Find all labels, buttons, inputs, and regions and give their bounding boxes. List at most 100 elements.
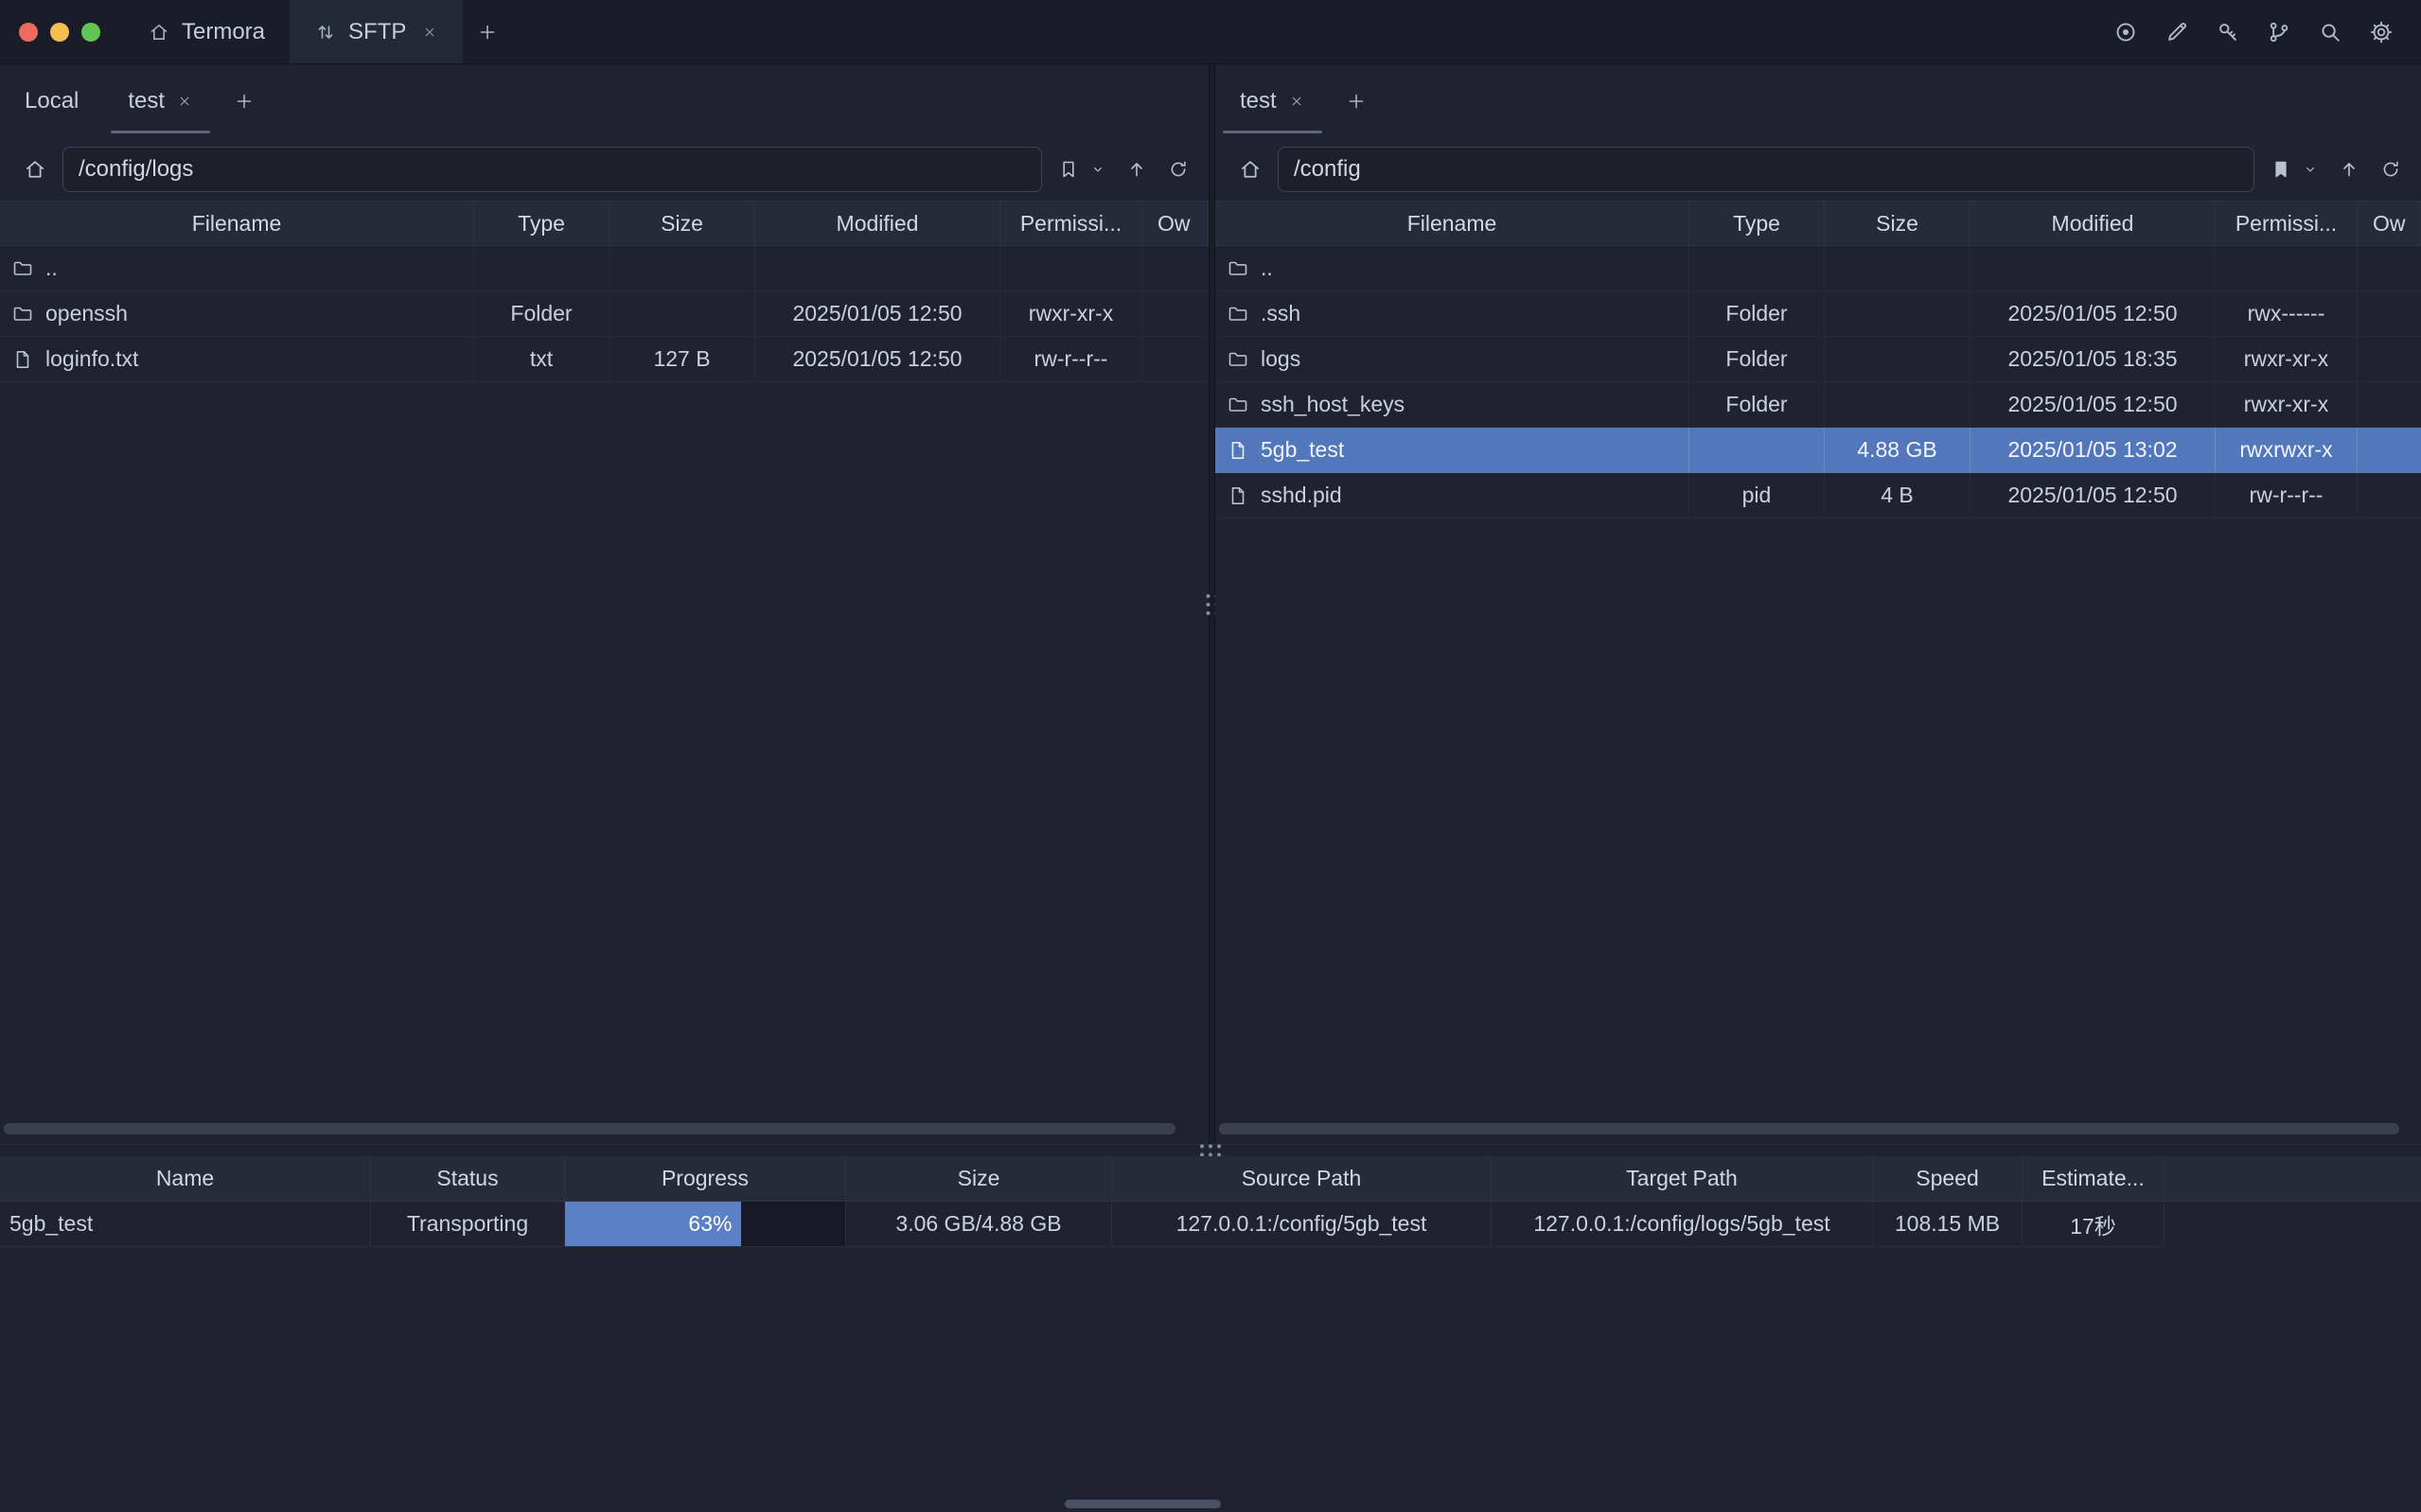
left-bookmark-chevron-down-icon[interactable] bbox=[1086, 157, 1110, 182]
column-header-status[interactable]: Status bbox=[371, 1156, 565, 1202]
table-row[interactable]: openssh Folder 2025/01/05 12:50 rwxr-xr-… bbox=[0, 291, 1209, 337]
left-refresh-button[interactable] bbox=[1163, 154, 1193, 185]
left-bookmark-group bbox=[1053, 154, 1110, 185]
table-row[interactable]: sshd.pid pid 4 B 2025/01/05 12:50 rw-r--… bbox=[1215, 473, 2421, 519]
table-row[interactable]: logs Folder 2025/01/05 18:35 rwxr-xr-x bbox=[1215, 337, 2421, 382]
column-header-source-path[interactable]: Source Path bbox=[1112, 1156, 1492, 1202]
left-pane-tabs: Local test bbox=[0, 64, 1209, 138]
table-row[interactable]: loginfo.txt txt 127 B 2025/01/05 12:50 r… bbox=[0, 337, 1209, 382]
column-header-type[interactable]: Type bbox=[474, 202, 610, 245]
column-header-type[interactable]: Type bbox=[1689, 202, 1825, 245]
column-header-permissions[interactable]: Permissi... bbox=[2216, 202, 2358, 245]
left-up-directory-button[interactable] bbox=[1122, 154, 1152, 185]
column-header-filename[interactable]: Filename bbox=[0, 202, 474, 245]
scrollbar-thumb[interactable] bbox=[4, 1123, 1175, 1134]
table-row[interactable]: ssh_host_keys Folder 2025/01/05 12:50 rw… bbox=[1215, 382, 2421, 428]
left-tab-close-icon[interactable] bbox=[176, 93, 193, 110]
transfer-status-cell: Transporting bbox=[371, 1202, 565, 1247]
filename-text: openssh bbox=[45, 301, 128, 326]
column-header-target-path[interactable]: Target Path bbox=[1492, 1156, 1873, 1202]
table-row[interactable]: .. bbox=[0, 246, 1209, 291]
right-bookmark-chevron-down-icon[interactable] bbox=[2298, 157, 2323, 182]
scrollbar-thumb[interactable] bbox=[1219, 1123, 2399, 1134]
window-controls bbox=[0, 0, 123, 63]
key-icon[interactable] bbox=[2215, 19, 2241, 45]
branch-icon[interactable] bbox=[2266, 19, 2292, 45]
left-tab-local[interactable]: Local bbox=[0, 64, 103, 138]
tab-sftp[interactable]: SFTP bbox=[290, 0, 463, 63]
transfer-panel: Name Status Progress Size Source Path Ta… bbox=[0, 1156, 2421, 1512]
right-tab-test[interactable]: test bbox=[1215, 64, 1330, 138]
new-window-tab-button[interactable] bbox=[463, 0, 512, 63]
search-icon[interactable] bbox=[2317, 19, 2343, 45]
edit-icon[interactable] bbox=[2164, 19, 2190, 45]
type-cell bbox=[1689, 246, 1825, 290]
right-new-tab-button[interactable] bbox=[1330, 64, 1383, 138]
column-header-estimate[interactable]: Estimate... bbox=[2023, 1156, 2165, 1202]
right-horizontal-scrollbar[interactable] bbox=[1219, 1123, 2412, 1136]
sftp-workspace: Local test bbox=[0, 64, 2421, 1144]
titlebar-actions bbox=[2112, 0, 2421, 63]
file-icon bbox=[1227, 484, 1249, 507]
folder-icon bbox=[1227, 394, 1249, 416]
column-header-permissions[interactable]: Permissi... bbox=[1000, 202, 1142, 245]
column-header-progress[interactable]: Progress bbox=[565, 1156, 846, 1202]
column-header-speed[interactable]: Speed bbox=[1873, 1156, 2023, 1202]
table-row[interactable]: .. bbox=[1215, 246, 2421, 291]
right-refresh-button[interactable] bbox=[2376, 154, 2406, 185]
column-header-owner[interactable]: Ow bbox=[1142, 202, 1209, 245]
column-header-size[interactable]: Size bbox=[610, 202, 755, 245]
settings-gear-icon[interactable] bbox=[2368, 19, 2394, 45]
column-header-filename[interactable]: Filename bbox=[1215, 202, 1689, 245]
zoom-window-button[interactable] bbox=[81, 23, 100, 42]
column-header-name[interactable]: Name bbox=[0, 1156, 371, 1202]
column-header-size[interactable]: Size bbox=[1825, 202, 1970, 245]
left-bookmark-icon[interactable] bbox=[1053, 154, 1084, 185]
right-path-input[interactable] bbox=[1278, 147, 2254, 192]
transfer-source-cell: 127.0.0.1:/config/5gb_test bbox=[1112, 1202, 1492, 1247]
right-bookmark-icon[interactable] bbox=[2266, 154, 2296, 185]
filename-text: sshd.pid bbox=[1261, 483, 1342, 508]
pane-splitter[interactable] bbox=[1209, 64, 1215, 1144]
table-row[interactable]: .ssh Folder 2025/01/05 12:50 rwx------ bbox=[1215, 291, 2421, 337]
type-cell: pid bbox=[1689, 473, 1825, 518]
minimize-window-button[interactable] bbox=[50, 23, 69, 42]
type-cell bbox=[474, 246, 610, 290]
transfer-horizontal-scrollbar-thumb[interactable] bbox=[1065, 1500, 1221, 1508]
column-header-owner[interactable]: Ow bbox=[2358, 202, 2421, 245]
modified-cell bbox=[755, 246, 1000, 290]
column-header-modified[interactable]: Modified bbox=[1970, 202, 2216, 245]
transfer-row[interactable]: 5gb_test Transporting 63% 3.06 GB/4.88 G… bbox=[0, 1202, 2421, 1247]
left-horizontal-scrollbar[interactable] bbox=[4, 1123, 1199, 1136]
modified-cell: 2025/01/05 12:50 bbox=[1970, 382, 2216, 427]
left-path-input[interactable] bbox=[62, 147, 1042, 192]
left-tab-test-label: test bbox=[128, 88, 165, 114]
close-window-button[interactable] bbox=[19, 23, 38, 42]
size-cell bbox=[610, 246, 755, 290]
header-filler bbox=[2165, 1156, 2421, 1202]
table-row-selected[interactable]: 5gb_test 4.88 GB 2025/01/05 13:02 rwxrwx… bbox=[1215, 428, 2421, 473]
folder-icon bbox=[11, 257, 34, 280]
right-home-icon[interactable] bbox=[1234, 153, 1266, 185]
modified-cell: 2025/01/05 12:50 bbox=[755, 291, 1000, 336]
right-tab-close-icon[interactable] bbox=[1288, 93, 1305, 110]
filename-text: 5gb_test bbox=[1261, 437, 1344, 463]
left-home-icon[interactable] bbox=[19, 153, 51, 185]
column-header-modified[interactable]: Modified bbox=[755, 202, 1000, 245]
size-cell: 127 B bbox=[610, 337, 755, 381]
progress-bar: 63% bbox=[565, 1202, 741, 1246]
left-tab-test[interactable]: test bbox=[103, 64, 218, 138]
right-up-directory-button[interactable] bbox=[2334, 154, 2364, 185]
permissions-cell bbox=[2216, 246, 2358, 290]
tab-sftp-close-icon[interactable] bbox=[421, 24, 438, 41]
transfer-progress-cell: 63% bbox=[565, 1202, 846, 1247]
filename-text: loginfo.txt bbox=[45, 346, 138, 372]
permissions-cell: rwx------ bbox=[2216, 291, 2358, 336]
record-icon[interactable] bbox=[2112, 19, 2139, 45]
column-header-size[interactable]: Size bbox=[846, 1156, 1112, 1202]
left-new-tab-button[interactable] bbox=[218, 64, 271, 138]
tab-termora[interactable]: Termora bbox=[123, 0, 290, 63]
row-filler bbox=[2165, 1202, 2421, 1247]
transfer-panel-splitter[interactable] bbox=[0, 1144, 2421, 1156]
size-cell bbox=[610, 291, 755, 336]
